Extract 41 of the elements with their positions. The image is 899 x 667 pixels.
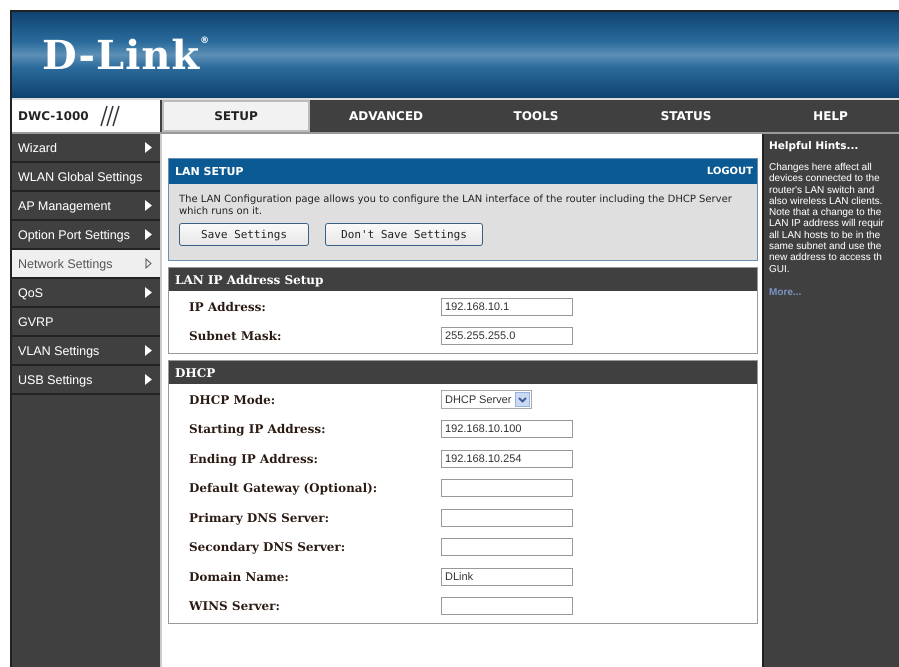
- sidebar-item[interactable]: VLAN Settings: [12, 337, 160, 366]
- sidebar-item[interactable]: Network Settings: [12, 250, 160, 279]
- field-label: Primary DNS Server:: [189, 510, 330, 525]
- dropdown-icon: [515, 392, 530, 408]
- sidebar-item[interactable]: QoS: [12, 279, 160, 308]
- field-label: Starting IP Address:: [189, 422, 327, 436]
- nav-tab[interactable]: SETUP: [162, 100, 310, 132]
- field-label: Subnet Mask:: [189, 329, 282, 344]
- save-button[interactable]: Save Settings: [179, 223, 309, 246]
- field-label: DHCP Mode:: [189, 392, 276, 407]
- field-label: Default Gateway (Optional):: [189, 481, 378, 496]
- sidebar-item[interactable]: Wizard: [12, 134, 160, 163]
- logo: D-Link$^{®}$: [42, 32, 210, 78]
- sidebar-item[interactable]: WLAN Global Settings: [12, 163, 160, 192]
- field-label: Secondary DNS Server:: [189, 540, 346, 554]
- input-field[interactable]: DLink: [441, 568, 573, 586]
- field-label: Domain Name:: [189, 570, 290, 584]
- help-text: Changes here affect all devices connected to the router's LAN switch and also wireless LAN clients. Note that a change to the LAN IP address will requir all LAN hosts to be in the same subnet and use the new address to access th GUI.: [769, 162, 885, 275]
- section-title: LAN SETUP: [175, 165, 244, 178]
- field-label: IP Address:: [189, 300, 267, 314]
- section-title: LAN IP Address Setup: [175, 272, 324, 286]
- sidebar-item[interactable]: GVRP: [12, 308, 160, 337]
- help-title: Helpful Hints...: [769, 140, 860, 152]
- input-field[interactable]: 192.168.10.1: [441, 298, 573, 316]
- section-title: DHCP: [175, 366, 216, 380]
- input-field[interactable]: [441, 597, 573, 616]
- input-field[interactable]: [441, 538, 573, 556]
- sidebar-item[interactable]: AP Management: [12, 192, 160, 221]
- input-field[interactable]: 255.255.255.0: [441, 327, 573, 346]
- slashes-icon: [98, 105, 121, 127]
- field-label: WINS Server:: [189, 599, 281, 614]
- input-field[interactable]: [441, 479, 573, 498]
- logout-link[interactable]: LOGOUT: [706, 166, 753, 177]
- cancel-button[interactable]: Don't Save Settings: [325, 223, 483, 246]
- input-field[interactable]: 192.168.10.100: [441, 420, 573, 438]
- mode-select[interactable]: DHCP Server: [441, 390, 532, 410]
- input-field[interactable]: 192.168.10.254: [441, 450, 573, 468]
- sidebar-item[interactable]: USB Settings: [12, 366, 160, 395]
- description-text: The LAN Configuration page allows you to configure the LAN interface of the router including the DHCP Server which runs on it.: [179, 194, 733, 217]
- input-field[interactable]: [441, 508, 573, 527]
- field-label: Ending IP Address:: [189, 452, 319, 466]
